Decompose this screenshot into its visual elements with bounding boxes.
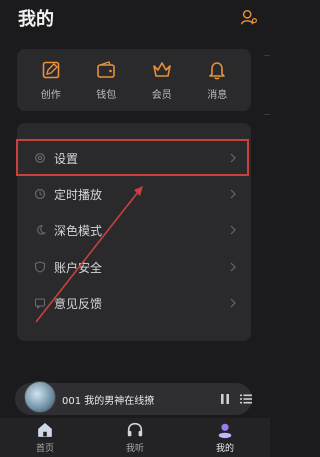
tab-listen[interactable]: 我听 — [105, 421, 165, 454]
user-settings-icon[interactable] — [240, 8, 258, 26]
chevron-right-icon — [230, 153, 236, 163]
pause-icon[interactable] — [220, 393, 230, 405]
quick-action-messages[interactable]: 消息 — [192, 55, 242, 105]
settings-list-card: 设置 定时播放 深色模式 账户安全 意见反馈 — [17, 123, 251, 341]
settings-item-account-security[interactable]: 账户安全 — [17, 249, 251, 285]
settings-item-label: 定时播放 — [54, 187, 103, 202]
home-icon — [38, 423, 52, 437]
edit-icon — [42, 61, 60, 78]
tab-profile[interactable]: 我的 — [195, 421, 255, 454]
settings-item-timer[interactable]: 定时播放 — [17, 176, 251, 212]
settings-item-label: 设置 — [54, 151, 79, 166]
album-cover[interactable] — [24, 381, 56, 413]
chevron-right-icon — [230, 189, 236, 199]
bottom-tab-bar: 首页 我听 我的 — [0, 418, 270, 457]
tab-label: 首页 — [35, 444, 54, 454]
playlist-icon[interactable] — [240, 393, 252, 405]
crown-icon — [152, 61, 171, 77]
bell-icon — [209, 61, 226, 79]
quick-action-label: 钱包 — [96, 89, 117, 101]
tab-label: 我听 — [125, 444, 144, 454]
moon-icon — [37, 224, 46, 235]
chevron-right-icon — [230, 262, 236, 272]
gear-icon — [35, 153, 45, 163]
page-title: 我的 — [18, 9, 54, 30]
feedback-icon — [34, 298, 46, 309]
settings-item-label: 账户安全 — [54, 260, 103, 275]
quick-actions-card: 创作 钱包 会员 消息 — [17, 49, 251, 111]
quick-action-label: 消息 — [207, 89, 228, 101]
quick-action-label: 会员 — [151, 89, 172, 101]
player-title: 001 我的男神在线撩 — [62, 396, 155, 407]
quick-action-wallet[interactable]: 钱包 — [81, 55, 131, 105]
quick-action-vip[interactable]: 会员 — [137, 55, 187, 105]
tab-home[interactable]: 首页 — [15, 421, 75, 454]
chevron-right-icon — [230, 298, 236, 308]
settings-item-feedback[interactable]: 意见反馈 — [17, 285, 251, 321]
chevron-right-icon — [230, 225, 236, 235]
header: 我的 — [0, 0, 270, 40]
settings-item-label: 深色模式 — [54, 223, 103, 238]
quick-action-label: 创作 — [40, 89, 61, 101]
edge-divider — [264, 55, 270, 115]
settings-item-label: 意见反馈 — [54, 296, 103, 311]
quick-action-create[interactable]: 创作 — [26, 55, 76, 105]
settings-item-dark-mode[interactable]: 深色模式 — [17, 212, 251, 248]
tab-label: 我的 — [215, 444, 234, 454]
profile-icon — [218, 423, 232, 439]
settings-item-settings[interactable]: 设置 — [17, 140, 251, 176]
shield-icon — [34, 261, 46, 273]
wallet-icon — [97, 60, 116, 78]
clock-icon — [34, 188, 46, 200]
headphones-icon — [127, 422, 143, 437]
mini-player[interactable]: 001 我的男神在线撩 — [15, 381, 252, 415]
